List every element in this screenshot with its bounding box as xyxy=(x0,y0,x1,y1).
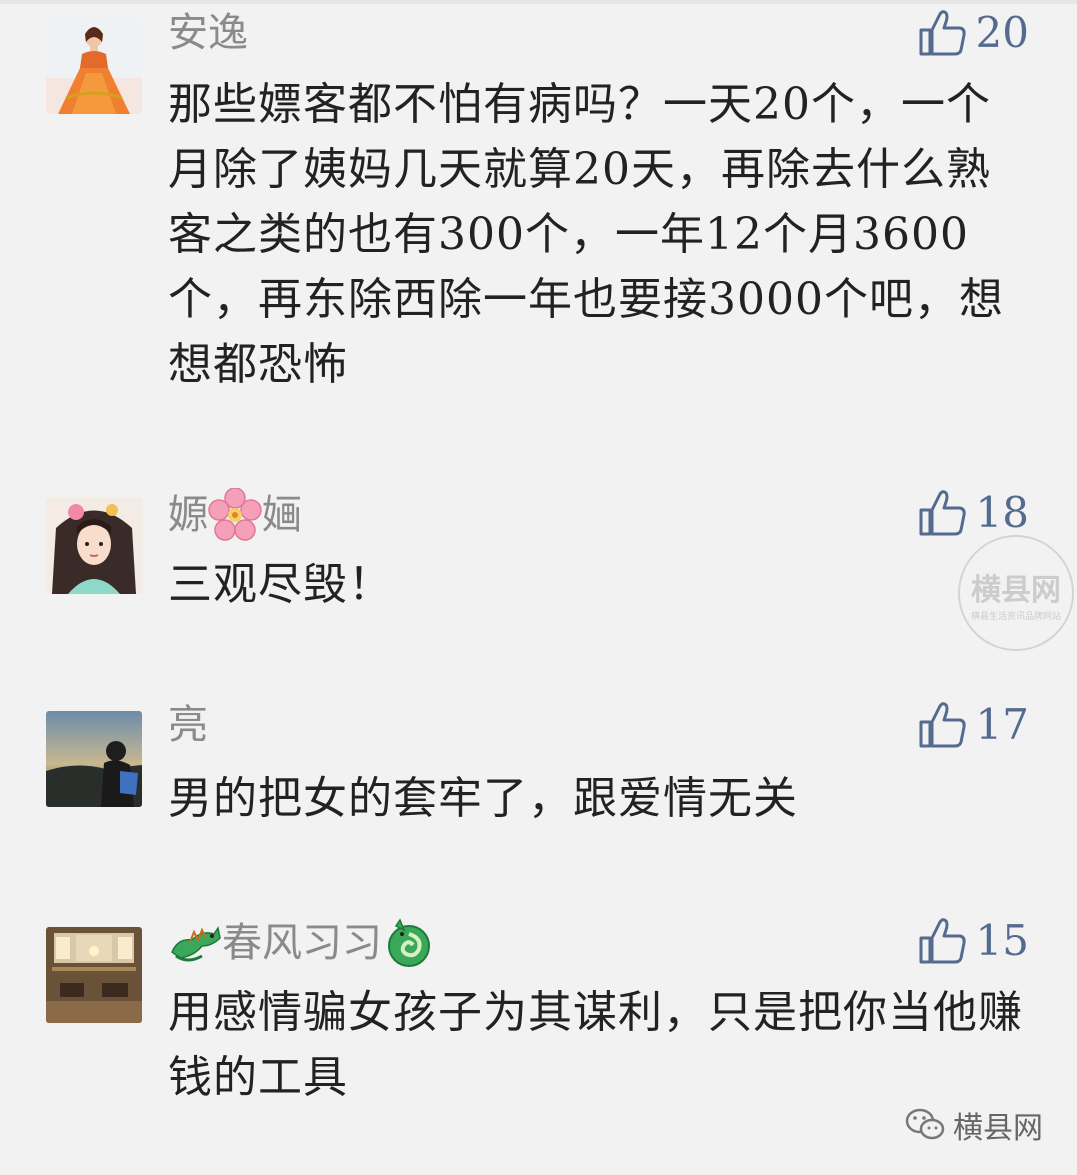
username[interactable]: 嫄 婳 xyxy=(168,488,302,542)
avatar[interactable] xyxy=(46,711,142,807)
avatar[interactable] xyxy=(46,18,142,114)
footer-brand: 横县网 xyxy=(905,1103,1043,1147)
thumbs-up-icon xyxy=(919,490,966,536)
thumbs-up-icon xyxy=(919,10,966,56)
like-button[interactable]: 18 xyxy=(918,488,1029,538)
top-divider xyxy=(0,0,1077,4)
like-count: 20 xyxy=(975,8,1029,57)
username-part: 婳 xyxy=(262,492,302,538)
comment-text: 那些嫖客都不怕有病吗？一天20个，一个月除了姨妈几天就算20天，再除去什么熟客之… xyxy=(168,79,1004,390)
watermark-title: 横县网 xyxy=(971,572,1061,608)
like-button[interactable]: 17 xyxy=(918,700,1029,750)
username-part: 春风习习 xyxy=(222,920,382,966)
avatar[interactable] xyxy=(46,498,142,594)
like-count: 15 xyxy=(975,916,1029,965)
coiled-dragon-icon xyxy=(388,918,430,967)
like-count: 18 xyxy=(975,488,1029,537)
cherry-blossom-icon xyxy=(208,488,262,541)
wechat-icon xyxy=(905,1108,945,1140)
like-count: 17 xyxy=(975,700,1029,749)
thumbs-up-icon xyxy=(919,702,966,748)
username[interactable]: 安逸 xyxy=(168,8,248,58)
avatar[interactable] xyxy=(46,927,142,1023)
footer-brand-name: 横县网 xyxy=(953,1111,1043,1146)
like-button[interactable]: 20 xyxy=(918,8,1029,58)
thumbs-up-icon xyxy=(919,918,966,964)
username[interactable]: 亮 xyxy=(168,700,208,750)
comment-text: 三观尽毁！ xyxy=(168,559,393,610)
watermark-subtitle: 横县生活资讯品牌网站 xyxy=(970,611,1061,622)
username[interactable]: 春风习习 xyxy=(168,916,436,970)
comment-text: 男的把女的套牢了，跟爱情无关 xyxy=(168,773,798,824)
like-button[interactable]: 15 xyxy=(918,916,1029,966)
watermark-seal: 横县网 横县生活资讯品牌网站 xyxy=(958,535,1074,651)
username-part: 嫄 xyxy=(168,492,208,538)
comment-text: 用感情骗女孩子为其谋利，只是把你当他赚钱的工具 xyxy=(168,987,1023,1103)
green-dragon-icon xyxy=(171,926,221,962)
